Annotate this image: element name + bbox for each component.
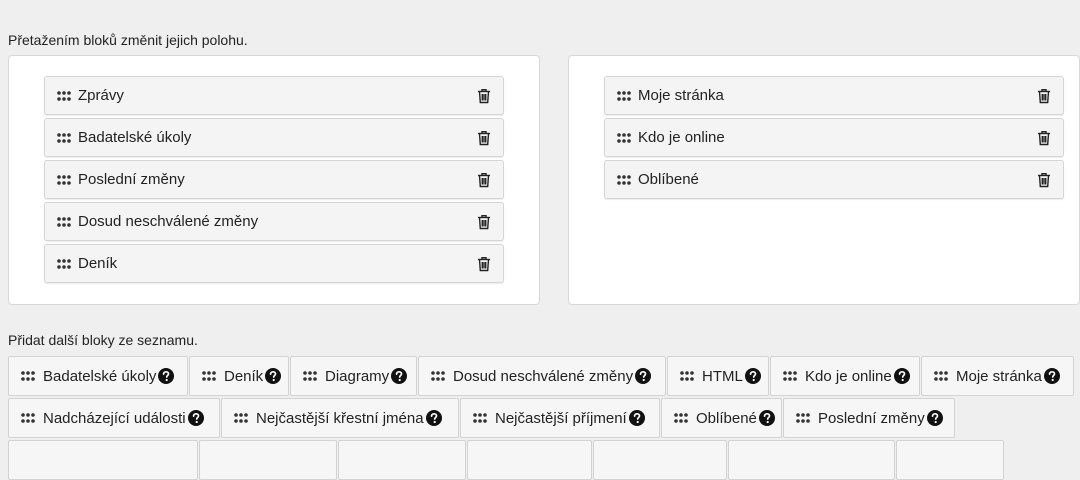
grip-icon (202, 371, 216, 381)
block-label: Kdo je online (638, 129, 725, 146)
grip-icon[interactable] (57, 258, 71, 269)
chip-label: Poslední změny (818, 409, 925, 427)
block-label: Dosud neschválené změny (78, 213, 259, 230)
grip-icon[interactable] (617, 90, 631, 101)
available-block-chip-partial[interactable] (728, 440, 895, 480)
grip-icon (783, 371, 797, 381)
trash-icon[interactable] (477, 256, 491, 272)
block-item[interactable]: Kdo je online (604, 118, 1064, 157)
question-circle-icon[interactable] (187, 410, 204, 426)
available-block-chip[interactable]: Nadcházející události (8, 398, 220, 438)
block-item[interactable]: Deník (44, 244, 504, 283)
block-label: Poslední změny (78, 171, 185, 188)
question-circle-icon[interactable] (425, 410, 442, 426)
chip-label: Kdo je online (805, 367, 892, 385)
grip-icon (21, 371, 35, 381)
chip-label: Diagramy (325, 367, 390, 385)
question-circle-icon[interactable] (1043, 368, 1060, 384)
question-circle-icon[interactable] (628, 410, 645, 426)
available-block-chip[interactable]: Nejčastější příjmení (460, 398, 660, 438)
question-circle-icon[interactable] (265, 368, 282, 384)
question-circle-icon[interactable] (158, 368, 175, 384)
grip-icon[interactable] (57, 90, 71, 101)
right-column-panel: Moje stránka Kdo je online Oblíbené (568, 55, 1080, 305)
drag-instructions: Přetažením bloků změnit jejich polohu. (8, 32, 248, 48)
grip-icon (234, 413, 248, 423)
available-block-chip[interactable]: Deník (189, 356, 289, 396)
grip-icon (934, 371, 948, 381)
trash-icon[interactable] (477, 88, 491, 104)
available-block-chip[interactable]: Moje stránka (921, 356, 1074, 396)
grip-icon (680, 371, 694, 381)
available-block-chip-partial[interactable] (467, 440, 592, 480)
chip-label: Nejčastější příjmení (495, 409, 627, 427)
block-item[interactable]: Dosud neschválené změny (44, 202, 504, 241)
question-circle-icon[interactable] (391, 368, 408, 384)
question-circle-icon[interactable] (744, 368, 761, 384)
trash-icon[interactable] (477, 130, 491, 146)
block-label: Oblíbené (638, 171, 699, 188)
chip-label: HTML (702, 367, 743, 385)
chip-label: Oblíbené (696, 409, 757, 427)
grip-icon (303, 371, 317, 381)
question-circle-icon[interactable] (893, 368, 910, 384)
question-circle-icon[interactable] (635, 368, 652, 384)
block-item[interactable]: Oblíbené (604, 160, 1064, 199)
available-block-chip[interactable]: Dosud neschválené změny (418, 356, 666, 396)
grip-icon[interactable] (617, 174, 631, 185)
chip-label: Nejčastější křestní jména (256, 409, 424, 427)
question-circle-icon[interactable] (926, 410, 943, 426)
chip-label: Moje stránka (956, 367, 1042, 385)
grip-icon (674, 413, 688, 423)
block-label: Moje stránka (638, 87, 724, 104)
block-item[interactable]: Poslední změny (44, 160, 504, 199)
block-label: Zprávy (78, 87, 124, 104)
available-block-chip[interactable]: Kdo je online (770, 356, 920, 396)
block-item[interactable]: Zprávy (44, 76, 504, 115)
available-block-chip[interactable]: Diagramy (290, 356, 417, 396)
question-circle-icon[interactable] (758, 410, 775, 426)
chip-label: Badatelské úkoly (43, 367, 157, 385)
available-block-chip-partial[interactable] (199, 440, 337, 480)
grip-icon[interactable] (617, 132, 631, 143)
chip-label: Nadcházející události (43, 409, 186, 427)
grip-icon (431, 371, 445, 381)
available-block-chip-partial[interactable] (338, 440, 466, 480)
grip-icon[interactable] (57, 132, 71, 143)
add-instructions: Přidat další bloky ze seznamu. (8, 332, 198, 348)
grip-icon[interactable] (57, 174, 71, 185)
trash-icon[interactable] (1037, 172, 1051, 188)
grip-icon (796, 413, 810, 423)
chip-label: Dosud neschválené změny (453, 367, 634, 385)
block-item[interactable]: Badatelské úkoly (44, 118, 504, 157)
available-block-chip-partial[interactable] (593, 440, 727, 480)
trash-icon[interactable] (477, 172, 491, 188)
block-label: Deník (78, 255, 118, 272)
left-column-panel: Zprávy Badatelské úkoly Poslední změny D… (8, 55, 540, 305)
available-block-chip[interactable]: HTML (667, 356, 769, 396)
available-block-chip[interactable]: Poslední změny (783, 398, 955, 438)
available-block-chip[interactable]: Nejčastější křestní jména (221, 398, 459, 438)
trash-icon[interactable] (1037, 88, 1051, 104)
trash-icon[interactable] (477, 214, 491, 230)
trash-icon[interactable] (1037, 130, 1051, 146)
chip-label: Deník (224, 367, 264, 385)
available-block-chip[interactable]: Oblíbené (661, 398, 782, 438)
grip-icon (473, 413, 487, 423)
grip-icon[interactable] (57, 216, 71, 227)
block-label: Badatelské úkoly (78, 129, 192, 146)
available-block-chip[interactable]: Badatelské úkoly (8, 356, 188, 396)
available-block-chip-partial[interactable] (896, 440, 1004, 480)
grip-icon (21, 413, 35, 423)
block-item[interactable]: Moje stránka (604, 76, 1064, 115)
available-block-chip-partial[interactable] (8, 440, 198, 480)
